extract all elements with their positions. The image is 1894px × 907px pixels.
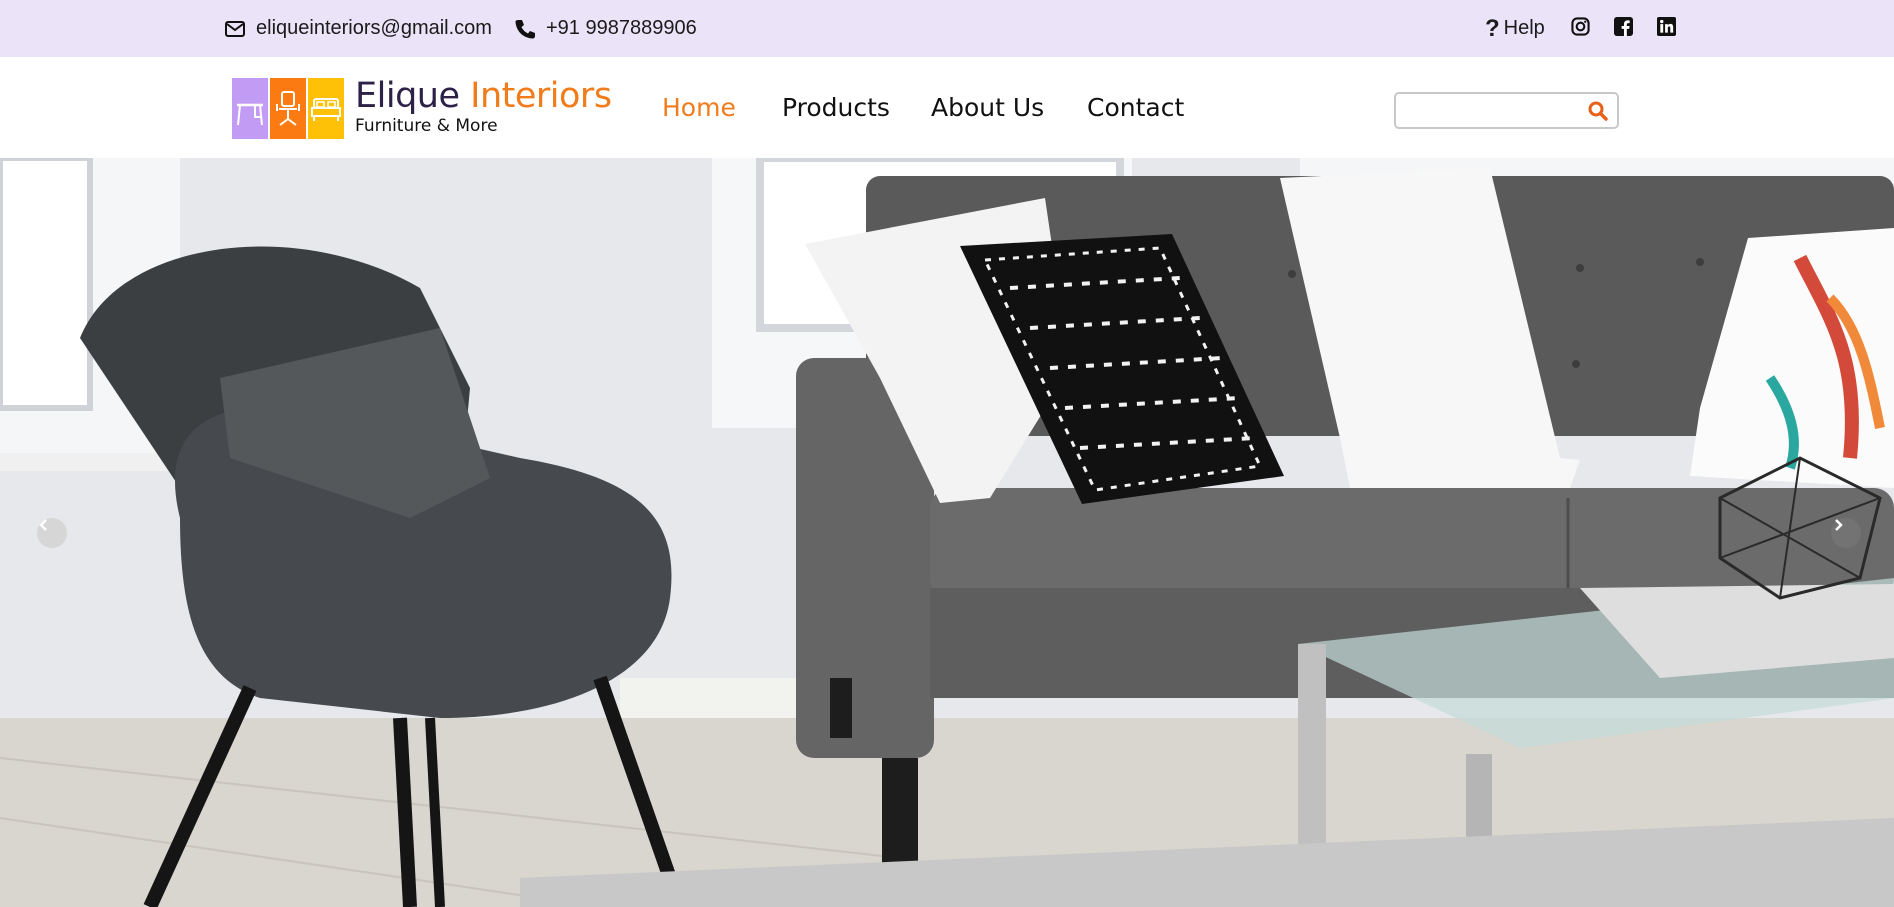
carousel-next-button[interactable]	[1831, 518, 1861, 548]
linkedin-icon[interactable]	[1655, 15, 1677, 37]
email-link[interactable]: eliqueinteriors@gmail.com	[224, 0, 492, 57]
envelope-icon	[224, 18, 246, 40]
question-icon: ?	[1485, 14, 1500, 42]
search-icon[interactable]	[1587, 100, 1609, 122]
search-input[interactable]	[1402, 98, 1577, 123]
chevron-right-icon	[1835, 519, 1843, 531]
nav-products[interactable]: Products	[782, 57, 890, 158]
nav-about-us[interactable]: About Us	[931, 57, 1044, 158]
carousel-prev-button[interactable]	[37, 518, 67, 548]
nav-contact[interactable]: Contact	[1087, 57, 1184, 158]
instagram-icon[interactable]	[1569, 15, 1591, 37]
hero-carousel	[0, 158, 1894, 907]
phone-text: +91 9987889906	[546, 17, 697, 39]
phone-link[interactable]: +91 9987889906	[514, 0, 697, 57]
nav-home[interactable]: Home	[662, 57, 736, 158]
chevron-left-icon	[39, 519, 47, 531]
hero-image	[0, 158, 1894, 907]
facebook-icon[interactable]	[1612, 15, 1634, 37]
help-link[interactable]: ? Help	[1485, 0, 1545, 57]
phone-icon	[514, 18, 536, 40]
help-label: Help	[1503, 17, 1545, 39]
search-box	[1394, 92, 1619, 129]
email-text: eliqueinteriors@gmail.com	[256, 17, 492, 39]
top-bar: eliqueinteriors@gmail.com +91 9987889906…	[0, 0, 1894, 57]
